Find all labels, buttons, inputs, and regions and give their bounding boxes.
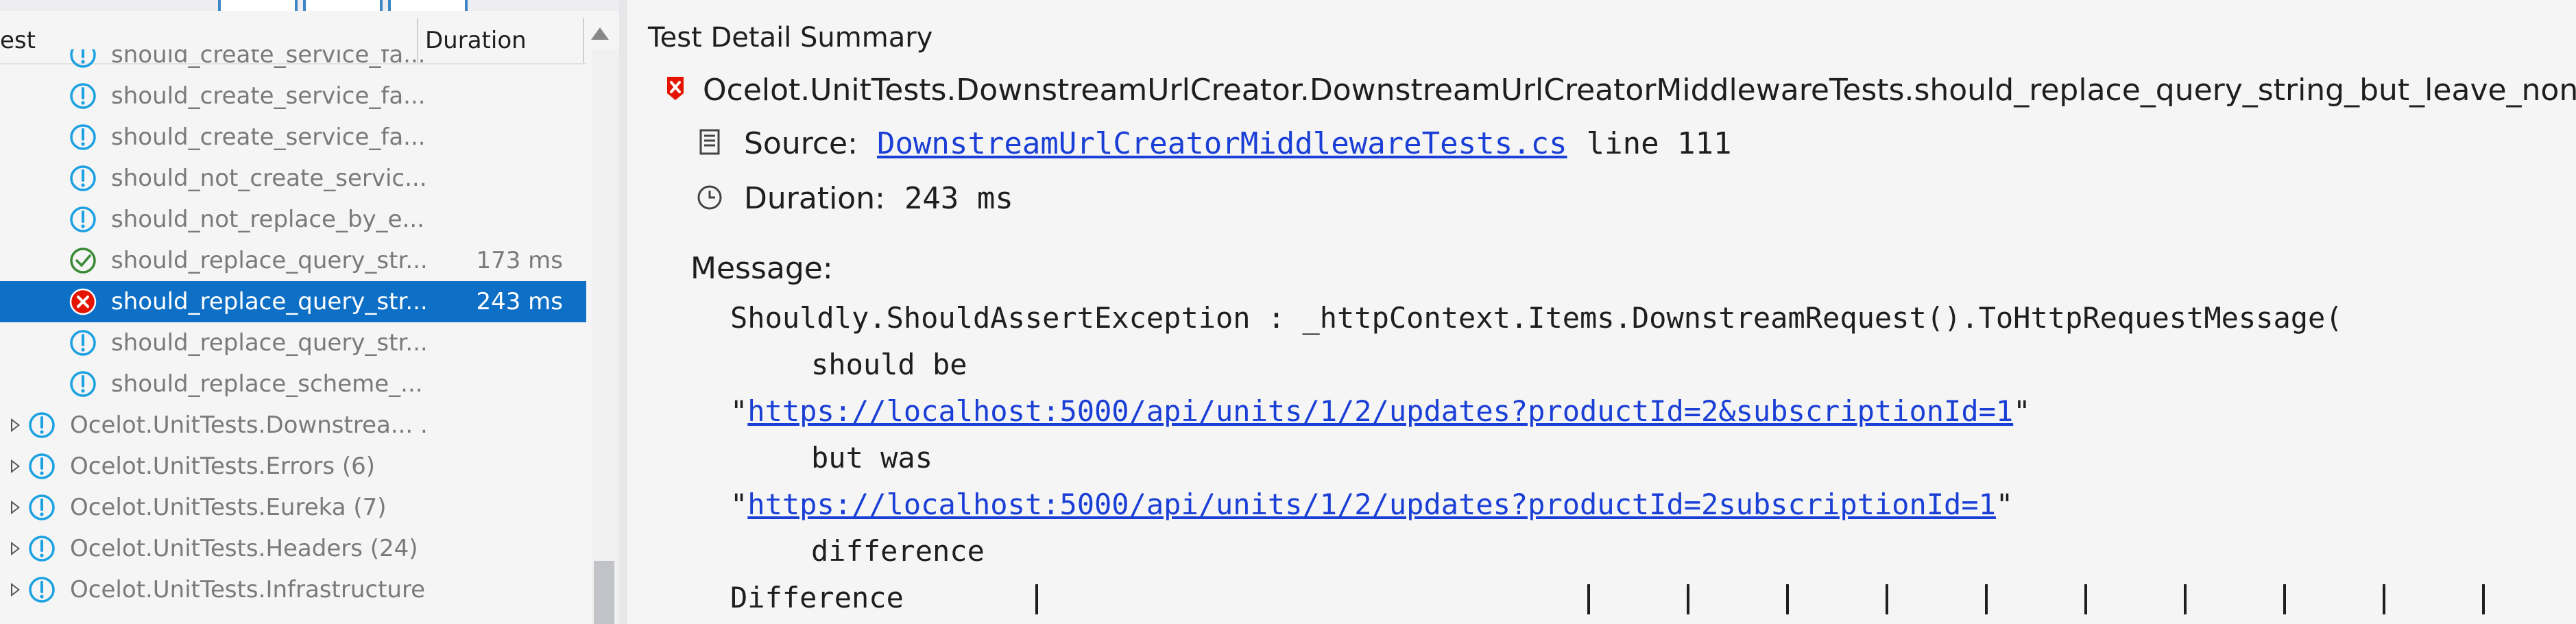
explorer-toolbar (0, 0, 619, 11)
toolbar-failed-filter-button[interactable] (388, 0, 468, 11)
difference-marker (2383, 584, 2385, 614)
passed-icon (69, 246, 97, 275)
tree-node-label: should_replace_query_str... (111, 329, 428, 357)
not-run-icon (27, 575, 56, 604)
tree-group-node[interactable]: Ocelot.UnitTests.Downstrea... . (0, 405, 586, 446)
message-expected: "https://localhost:5000/api/units/1/2/up… (730, 394, 2031, 428)
not-run-icon (69, 205, 97, 234)
difference-marker (1786, 584, 1789, 614)
tree-node-label: Ocelot.UnitTests.Eureka (7) (70, 494, 387, 521)
not-run-icon (69, 164, 97, 193)
difference-marker (2283, 584, 2286, 614)
source-file-link[interactable]: DownstreamUrlCreatorMiddlewareTests.cs (877, 126, 1567, 161)
tree-test-node[interactable]: should_replace_query_str... 173 ms (0, 240, 586, 281)
tree-node-label: Ocelot.UnitTests.Errors (6) (70, 453, 376, 480)
message-difference: difference (811, 534, 985, 568)
duration-label: Duration: (744, 181, 885, 216)
tree-node-duration: 173 ms (476, 247, 563, 274)
source-label: Source: (744, 126, 858, 161)
sort-ascending-icon[interactable] (591, 27, 609, 40)
difference-marker (1687, 584, 1689, 614)
toolbar-passed-filter-button[interactable] (303, 0, 383, 11)
expand-chevron-icon[interactable] (11, 583, 20, 597)
source-line-number: line 111 (1586, 126, 1732, 161)
not-run-icon (27, 534, 56, 563)
not-run-icon (69, 82, 97, 110)
difference-marker (1886, 584, 1888, 614)
tree-scrollbar-thumb[interactable] (594, 561, 614, 624)
expand-chevron-icon[interactable] (11, 501, 20, 514)
tree-node-label: should_replace_query_str... (111, 288, 428, 315)
test-full-name: Ocelot.UnitTests.DownstreamUrlCreator.Do… (703, 73, 2576, 108)
not-run-icon (27, 452, 56, 481)
tree-test-node[interactable]: should_replace_query_str... 243 ms (0, 281, 586, 322)
not-run-icon (69, 370, 97, 398)
difference-marker (1985, 584, 1988, 614)
not-run-icon (27, 411, 56, 440)
not-run-icon (27, 493, 56, 522)
tree-node-label: should_replace_scheme_... (111, 370, 423, 398)
tree-test-node[interactable]: should_create_service_fa... (0, 75, 586, 117)
source-file-icon (699, 129, 720, 155)
tree-group-node[interactable]: Ocelot.UnitTests.Headers (24) (0, 528, 586, 569)
tree-scrollbar[interactable] (592, 49, 619, 624)
pane-splitter[interactable] (619, 0, 627, 624)
test-explorer-panel: est Duration should_create_service_fa...… (0, 0, 619, 624)
not-run-icon (69, 123, 97, 152)
message-but-was: but was (811, 441, 933, 475)
difference-marker (2482, 584, 2485, 614)
tree-test-node[interactable]: should_not_replace_by_e... (0, 199, 586, 240)
message-label: Message: (690, 251, 833, 286)
actual-url-link[interactable]: https://localhost:5000/api/units/1/2/upd… (747, 488, 1996, 521)
tree-test-node[interactable]: should_not_create_servic... (0, 158, 586, 199)
duration-value: 243 ms (904, 181, 1013, 216)
failed-icon (69, 287, 97, 316)
tree-group-node[interactable]: Ocelot.UnitTests.Eureka (7) (0, 487, 586, 528)
message-actual: "https://localhost:5000/api/units/1/2/up… (730, 488, 2014, 521)
clock-icon (697, 185, 722, 210)
test-tree: should_create_service_fa... should_create… (0, 49, 586, 624)
source-line: Source: DownstreamUrlCreatorMiddlewareTe… (744, 125, 1732, 163)
failed-icon (667, 77, 684, 100)
expand-chevron-icon[interactable] (11, 542, 20, 555)
tree-node-label: Ocelot.UnitTests.Downstrea... . (70, 411, 428, 439)
tree-group-node[interactable]: Ocelot.UnitTests.Infrastructure (0, 569, 586, 610)
tree-test-node[interactable]: should_create_service_fa... (0, 49, 586, 75)
tree-node-label: should_not_create_servic... (111, 165, 427, 192)
difference-marker (2084, 584, 2087, 614)
difference-marker (1587, 584, 1590, 614)
difference-marker (2184, 584, 2187, 614)
tree-node-label: should_replace_query_str... (111, 247, 428, 274)
tree-test-node[interactable]: should_create_service_fa... (0, 117, 586, 158)
detail-title: Test Detail Summary (648, 22, 933, 53)
expand-chevron-icon[interactable] (11, 418, 20, 432)
tree-node-label: should_create_service_fa... (111, 82, 426, 110)
difference-marker (1035, 584, 1038, 614)
tree-node-label: should_create_service_fa... (111, 49, 426, 69)
tree-node-label: should_not_replace_by_e... (111, 206, 424, 233)
not-run-icon (69, 328, 97, 357)
not-run-icon (69, 49, 97, 69)
test-detail-summary: Test Detail Summary Ocelot.UnitTests.Dow… (627, 0, 2576, 624)
tree-group-node[interactable]: Ocelot.UnitTests.Errors (6) (0, 446, 586, 487)
duration-line: Duration: 243 ms (744, 180, 1013, 218)
difference-header: Difference (730, 581, 904, 614)
tree-test-node[interactable]: should_replace_scheme_... (0, 363, 586, 405)
tree-node-label: should_create_service_fa... (111, 123, 426, 151)
message-exception: Shouldly.ShouldAssertException : _httpCo… (730, 301, 2343, 335)
tree-node-label: Ocelot.UnitTests.Headers (24) (70, 535, 418, 562)
expand-chevron-icon[interactable] (11, 459, 20, 473)
tree-node-label: Ocelot.UnitTests.Infrastructure (70, 576, 426, 603)
toolbar-filter-button[interactable] (218, 0, 298, 11)
tree-test-node[interactable]: should_replace_query_str... (0, 322, 586, 363)
expected-url-link[interactable]: https://localhost:5000/api/units/1/2/upd… (747, 394, 2013, 428)
tree-node-duration: 243 ms (476, 288, 563, 315)
message-should-be: should be (811, 348, 967, 381)
